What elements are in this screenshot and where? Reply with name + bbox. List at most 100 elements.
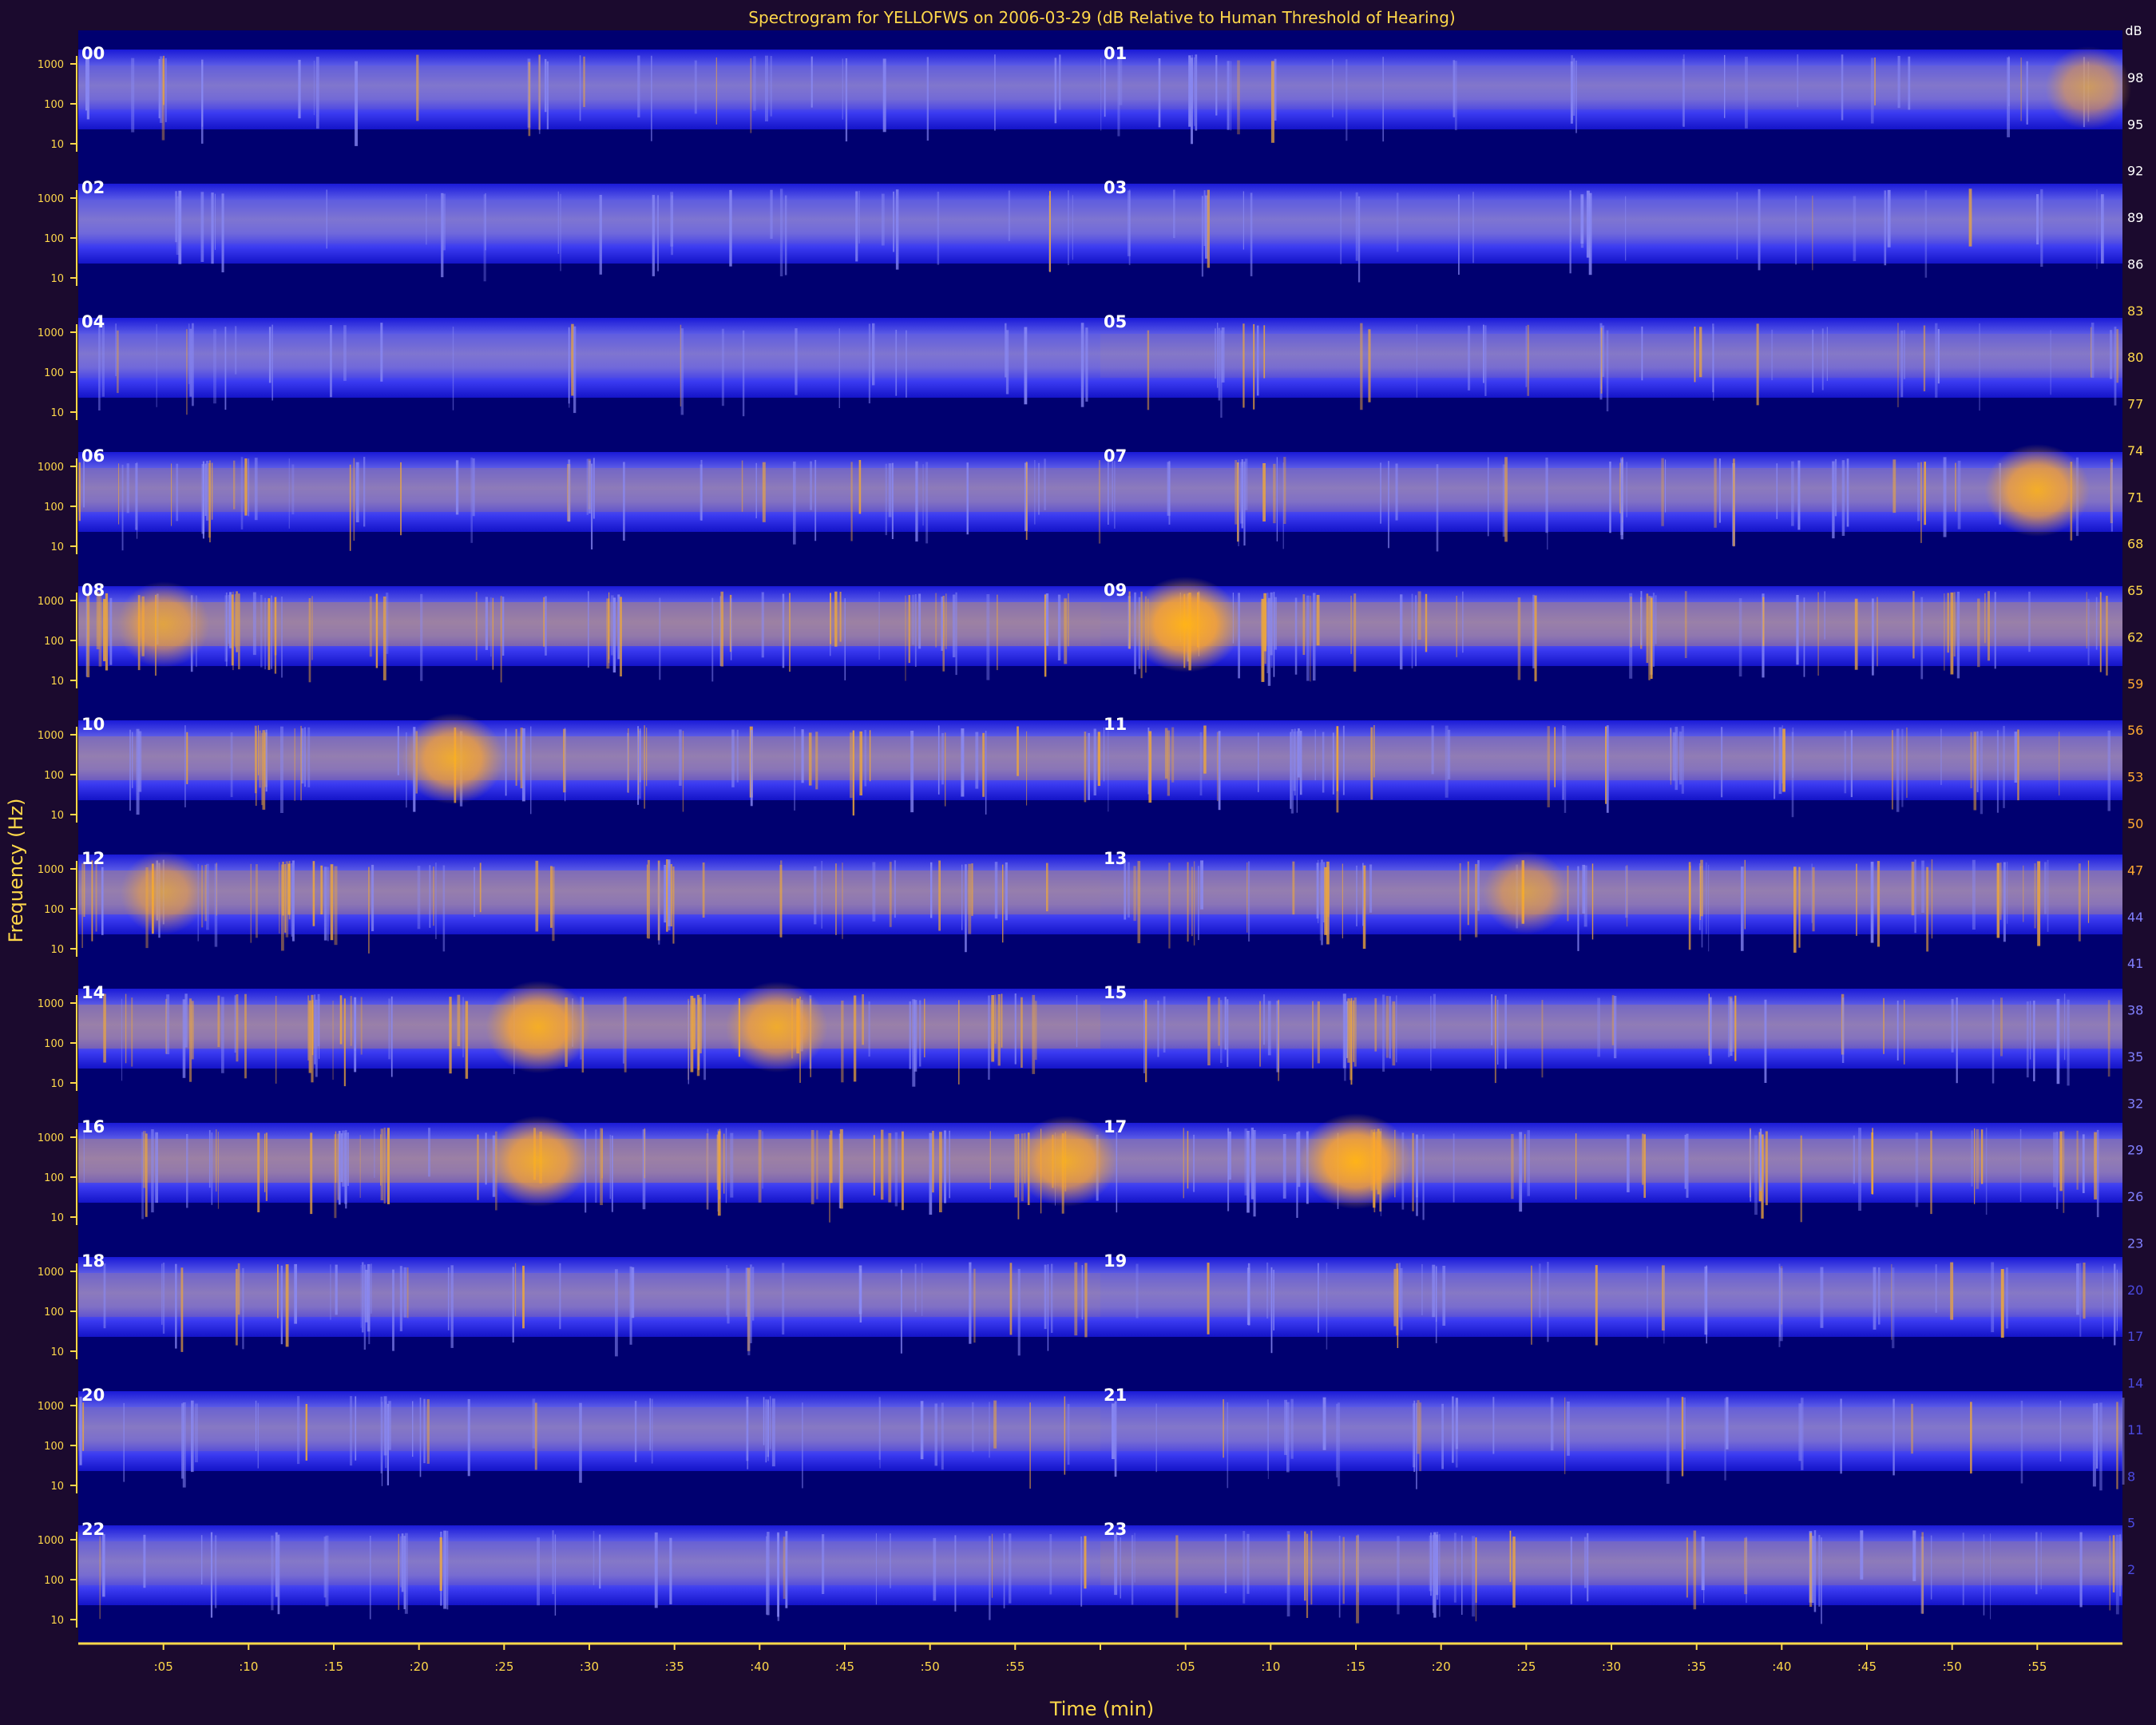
spectral-streak xyxy=(1841,460,1845,536)
spectral-streak xyxy=(1396,192,1399,252)
spectral-streak xyxy=(1614,996,1617,1059)
spectral-streak xyxy=(359,1135,361,1198)
spectral-streak xyxy=(1273,1269,1274,1330)
spectral-streak xyxy=(1447,729,1451,779)
spectral-streak xyxy=(1454,61,1457,131)
spectral-streak xyxy=(912,999,916,1087)
spectral-streak xyxy=(1681,726,1684,794)
spectral-streak xyxy=(994,994,997,1044)
spectral-streak xyxy=(1792,727,1794,778)
spectral-streak xyxy=(188,323,190,384)
spectral-streak xyxy=(1382,57,1384,142)
spectral-streak xyxy=(1338,1535,1341,1618)
time-tick-label: :05 xyxy=(1176,1660,1195,1674)
spectral-streak xyxy=(184,725,186,807)
spectral-streak xyxy=(1797,54,1799,108)
spectral-streak xyxy=(265,729,268,792)
spectral-streak xyxy=(593,458,595,519)
spectral-streak xyxy=(873,1135,875,1196)
spectral-streak xyxy=(2106,596,2108,676)
spectral-streak xyxy=(1017,1268,1021,1356)
spectral-streak xyxy=(770,189,773,239)
spectral-streak xyxy=(1310,1530,1313,1605)
spectral-streak xyxy=(201,59,204,144)
spectral-streak xyxy=(783,1537,786,1600)
spectral-streak xyxy=(447,1267,450,1330)
spectral-streak xyxy=(2000,997,2003,1057)
spectral-streak xyxy=(546,61,549,129)
frequency-axis-row: 1000 100 10 xyxy=(38,861,77,957)
spectral-streak xyxy=(512,1267,514,1343)
spectral-streak xyxy=(1369,864,1373,913)
frequency-tick-label: 100 xyxy=(44,1038,64,1050)
spectral-streak xyxy=(186,1134,188,1208)
spectral-streak xyxy=(1217,323,1219,388)
spectral-streak xyxy=(532,1398,536,1449)
spectral-streak xyxy=(1646,593,1649,664)
spectral-streak xyxy=(1168,862,1171,949)
spectral-streak xyxy=(2003,725,2005,808)
spectral-streak xyxy=(707,1128,709,1210)
spectral-streak xyxy=(1005,862,1008,921)
spectral-streak xyxy=(1286,1402,1290,1473)
spectral-streak xyxy=(307,727,311,787)
hour-label: 07 xyxy=(1104,446,1127,466)
spectral-streak xyxy=(935,593,937,648)
spectral-streak xyxy=(1892,459,1896,514)
spectral-streak xyxy=(323,866,327,941)
spectral-streak xyxy=(1917,462,1920,521)
spectral-streak xyxy=(442,193,446,251)
spectral-streak xyxy=(830,1130,833,1184)
hour-label: 13 xyxy=(1104,849,1127,868)
spectral-streak xyxy=(1435,1266,1437,1343)
spectral-streak xyxy=(2014,732,2018,783)
spectral-streak xyxy=(1242,323,1245,408)
spectral-streak xyxy=(1098,460,1101,544)
spectral-streak xyxy=(1380,462,1381,524)
spectral-streak xyxy=(1795,196,1797,265)
colorbar-tick-label: 83 xyxy=(2127,303,2143,319)
spectral-streak xyxy=(682,731,684,812)
spectral-streak xyxy=(1298,728,1300,778)
spectral-streak xyxy=(1693,1530,1697,1610)
spectral-streak xyxy=(1332,59,1334,117)
spectral-streak xyxy=(1821,328,1824,391)
spectral-streak xyxy=(1674,727,1678,791)
spectral-streak xyxy=(721,328,724,406)
spectral-streak xyxy=(492,597,494,670)
spectral-streak xyxy=(1821,1537,1822,1624)
spectral-streak xyxy=(1906,727,1908,798)
spectral-streak xyxy=(291,863,293,937)
spectral-streak xyxy=(1456,596,1457,657)
spectral-streak xyxy=(400,462,402,536)
spectral-streak xyxy=(1455,1398,1458,1449)
time-tick-label: :15 xyxy=(324,1660,343,1674)
time-tick-label: :15 xyxy=(1346,1660,1365,1674)
spectral-streak xyxy=(1577,866,1579,951)
spectral-streak xyxy=(2053,1132,2056,1188)
spectral-streak xyxy=(347,1132,349,1186)
spectral-streak xyxy=(1694,327,1696,383)
spectral-streak xyxy=(1059,54,1061,110)
spectral-streak xyxy=(1642,1133,1644,1185)
spectral-streak xyxy=(1567,1402,1570,1456)
spectral-streak xyxy=(1267,1001,1271,1056)
spectral-streak xyxy=(881,1129,884,1200)
spectral-streak xyxy=(2096,1129,2099,1218)
spectral-streak xyxy=(810,461,812,510)
spectral-streak xyxy=(1511,1133,1514,1200)
spectral-streak xyxy=(282,862,284,916)
hour-label: 14 xyxy=(81,983,105,1002)
spectral-streak xyxy=(762,462,766,522)
spectral-streak xyxy=(291,464,295,514)
spectral-streak xyxy=(1032,994,1036,1074)
spectral-streak xyxy=(1370,727,1373,800)
spectral-streak xyxy=(1207,996,1211,1065)
spectral-streak xyxy=(654,1532,658,1608)
spectral-streak xyxy=(1093,728,1096,795)
spectral-streak xyxy=(118,463,120,525)
frequency-axis-row: 1000 100 10 xyxy=(38,1263,77,1359)
spectral-streak xyxy=(82,1402,85,1451)
colorbar-tick-label: 65 xyxy=(2127,583,2143,598)
spectral-streak xyxy=(1246,1131,1250,1213)
